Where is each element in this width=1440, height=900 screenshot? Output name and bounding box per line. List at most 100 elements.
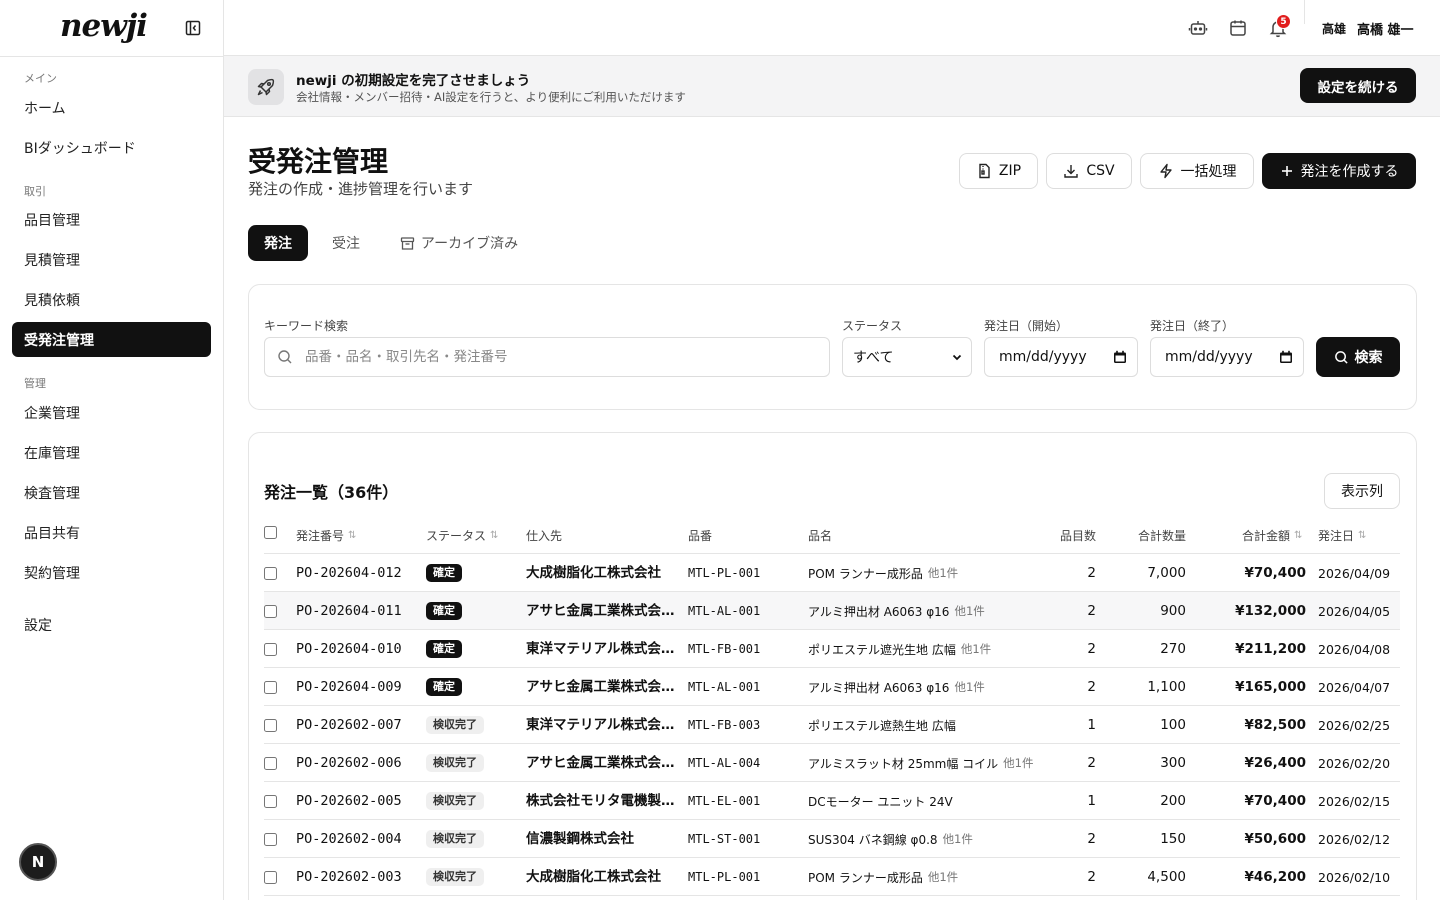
bulk-action-button[interactable]: 一括処理 (1140, 153, 1254, 189)
tab-purchase-orders[interactable]: 発注 (248, 225, 308, 261)
sidebar-item-items[interactable]: 品目管理 (12, 202, 211, 237)
supplier-name: 東洋マテリアル株式会… (526, 717, 675, 733)
th-po-number[interactable]: 発注番号 ⇅ (296, 527, 356, 544)
column-settings-button[interactable]: 表示列 (1324, 473, 1400, 509)
row-checkbox[interactable] (264, 756, 277, 770)
table-row[interactable]: PO-202604-009 確定 アサヒ金属工業株式会… MTL-AL-001 アルミ押… (264, 668, 1400, 706)
row-checkbox-cell (264, 782, 284, 820)
sidebar-item-home[interactable]: ホーム (12, 90, 211, 125)
sidebar: newji メイン ホーム BIダッシュボード 取引 品目管理 見積管理 見積依… (0, 0, 224, 900)
date-end-input[interactable]: mm/dd/yyyy (1150, 337, 1304, 377)
table-row[interactable]: PO-202602-004 検収完了 信濃製鋼株式会社 MTL-ST-001 SUS30… (264, 820, 1400, 858)
part-name: アルミ押出材 A6063 φ16 (808, 680, 950, 695)
search-icon (1334, 350, 1348, 364)
table-row[interactable]: PO-202602-006 検収完了 アサヒ金属工業株式会… MTL-AL-004 アル… (264, 744, 1400, 782)
item-count: 2 (1087, 869, 1096, 885)
calendar-icon (1280, 350, 1292, 363)
robot-icon[interactable] (1188, 18, 1208, 38)
tab-label: 発注 (264, 236, 292, 252)
tab-archived[interactable]: アーカイブ済み (390, 225, 528, 261)
po-number[interactable]: PO-202604-012 (296, 554, 421, 592)
sidebar-item-quote-requests[interactable]: 見積依頼 (12, 282, 211, 317)
download-icon (1064, 165, 1079, 178)
status-badge: 検収完了 (426, 716, 484, 734)
csv-button[interactable]: CSV (1046, 153, 1132, 189)
keyword-search-input[interactable] (305, 349, 805, 365)
table-row[interactable]: PO-202604-010 確定 東洋マテリアル株式会… MTL-FB-001 ポリエス… (264, 630, 1400, 668)
sidebar-item-item-sharing[interactable]: 品目共有 (12, 515, 211, 550)
po-number[interactable]: PO-202602-007 (296, 706, 421, 744)
status-select[interactable]: すべて (842, 337, 972, 377)
table-row[interactable]: PO-202602-007 検収完了 東洋マテリアル株式会… MTL-FB-003 ポリ… (264, 706, 1400, 744)
sidebar-item-orders[interactable]: 受発注管理 (12, 322, 211, 357)
date-start-input[interactable]: mm/dd/yyyy (984, 337, 1138, 377)
po-number[interactable]: PO-202602-006 (296, 744, 421, 782)
po-number[interactable]: PO-202604-009 (296, 668, 421, 706)
row-checkbox-cell (264, 630, 284, 668)
user-name[interactable]: 高橋 雄一 (1357, 19, 1414, 38)
row-checkbox[interactable] (264, 718, 277, 732)
select-all-checkbox[interactable] (264, 526, 277, 539)
keyword-search-field[interactable] (264, 337, 830, 377)
column-label: 合計金額 (1242, 529, 1291, 543)
row-checkbox[interactable] (264, 604, 277, 618)
sidebar-item-companies[interactable]: 企業管理 (12, 395, 211, 430)
po-number[interactable]: PO-202604-010 (296, 630, 421, 668)
sidebar-item-inventory[interactable]: 在庫管理 (12, 435, 211, 470)
search-button[interactable]: 検索 (1316, 337, 1400, 377)
th-status[interactable]: ステータス ⇅ (426, 527, 498, 544)
sidebar-item-quotes[interactable]: 見積管理 (12, 242, 211, 277)
th-total-amount[interactable]: 合計金額 ⇅ (1242, 527, 1302, 544)
po-number[interactable]: PO-202602-003 (296, 858, 421, 896)
more-items-note: 他1件 (1003, 756, 1034, 770)
tab-sales-orders[interactable]: 受注 (318, 225, 374, 261)
sidebar-item-bi-dashboard[interactable]: BIダッシュボード (12, 130, 211, 165)
status-badge: 確定 (426, 564, 462, 582)
status-cell: 確定 (426, 592, 521, 630)
user-company[interactable]: 高雄 (1322, 20, 1346, 37)
row-checkbox[interactable] (264, 680, 277, 694)
more-items-note: 他1件 (942, 832, 973, 846)
column-label: 品番 (688, 529, 713, 543)
status-cell: 検収完了 (426, 858, 521, 896)
sidebar-item-contracts[interactable]: 契約管理 (12, 555, 211, 590)
po-number[interactable]: PO-202604-011 (296, 592, 421, 630)
po-number[interactable]: PO-202602-005 (296, 782, 421, 820)
table-row[interactable]: PO-202602-003 検収完了 大成樹脂化工株式会社 MTL-PL-001 POM… (264, 858, 1400, 896)
page-subtitle: 発注の作成・進捗管理を行います (248, 180, 474, 198)
logo[interactable]: newji (60, 8, 148, 44)
create-order-button[interactable]: 発注を作成する (1262, 153, 1416, 189)
sidebar-collapse-icon[interactable] (185, 20, 201, 36)
zip-button-label: ZIP (998, 163, 1022, 179)
table-row[interactable]: PO-202602-005 検収完了 株式会社モリタ電機製… MTL-EL-001 DC… (264, 782, 1400, 820)
calendar-icon[interactable] (1228, 18, 1248, 38)
supplier-cell: 大成樹脂化工株式会社 (526, 554, 676, 592)
continue-setup-button[interactable]: 設定を続ける (1300, 68, 1416, 103)
part-name-cell: SUS304 バネ鋼線 φ0.8 他1件 (808, 820, 1048, 858)
assistant-badge[interactable]: N (19, 843, 57, 881)
sidebar-item-inspection[interactable]: 検査管理 (12, 475, 211, 510)
part-number: MTL-FB-001 (688, 642, 761, 656)
order-date: 2026/02/25 (1318, 717, 1391, 733)
zip-button[interactable]: ZIP (959, 153, 1038, 189)
table-row[interactable]: PO-202604-011 確定 アサヒ金属工業株式会… MTL-AL-001 アルミ押… (264, 592, 1400, 630)
table-row[interactable]: PO-202604-012 確定 大成樹脂化工株式会社 MTL-PL-001 POM ラ… (264, 554, 1400, 592)
status-badge: 確定 (426, 678, 462, 696)
status-cell: 検収完了 (426, 820, 521, 858)
row-checkbox[interactable] (264, 566, 277, 580)
row-checkbox[interactable] (264, 870, 277, 884)
row-checkbox[interactable] (264, 832, 277, 846)
part-name-cell: POM ランナー成形品 他1件 (808, 554, 1048, 592)
th-order-date[interactable]: 発注日 ⇅ (1318, 527, 1366, 544)
banner-title: newji の初期設定を完了させましょう (296, 73, 531, 89)
create-order-label: 発注を作成する (1300, 164, 1399, 180)
row-checkbox-cell (264, 744, 284, 782)
supplier-name: 信濃製鋼株式会社 (526, 831, 634, 847)
sidebar-item-label: 在庫管理 (24, 445, 80, 462)
sidebar-item-settings[interactable]: 設定 (12, 607, 211, 642)
calendar-icon (1114, 350, 1126, 363)
po-number[interactable]: PO-202602-004 (296, 820, 421, 858)
row-checkbox[interactable] (264, 794, 277, 808)
row-checkbox[interactable] (264, 642, 277, 656)
status-select-value: すべて (853, 350, 894, 366)
